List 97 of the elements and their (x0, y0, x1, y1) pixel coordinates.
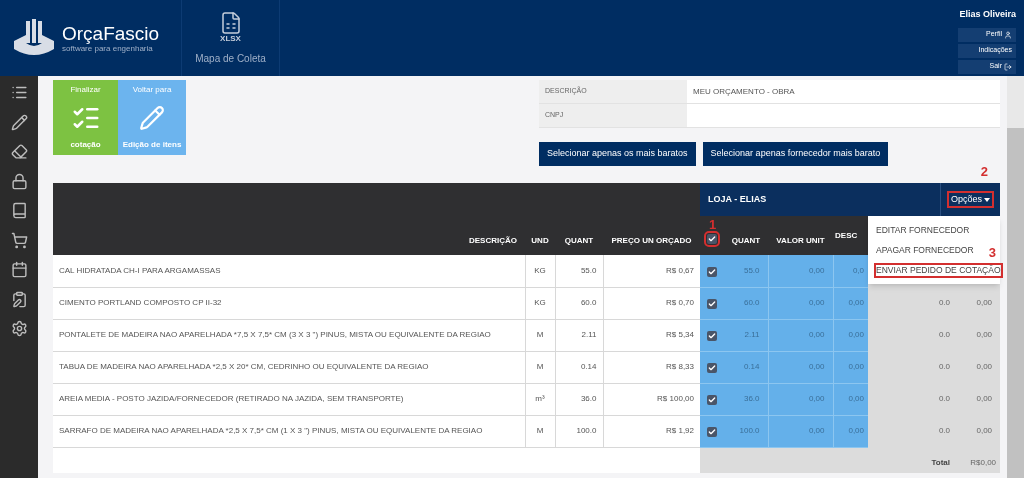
total-value: R$0,00 (970, 458, 997, 467)
column-header: QUANT (731, 236, 761, 245)
caret-icon (984, 197, 991, 202)
unit-value-cell: 0,00 (808, 265, 825, 275)
supplier-quantity-cell: 36.0 (743, 394, 760, 403)
item-description: AREIA MEDIA - POSTO JAZIDA/FORNECEDOR (RETIRADO NA JAZIDA, SEM TRANSPORTE) (59, 394, 404, 403)
logo-icon (12, 19, 56, 57)
pencil-icon (139, 104, 165, 131)
cart-icon[interactable] (10, 231, 28, 249)
quantity-cell: 55.0 (580, 265, 597, 275)
supplier-quantity-cell: 0.14 (743, 362, 760, 371)
supplier-quantity-cell: 55.0 (743, 265, 760, 275)
table-cell: 0.0 (938, 330, 950, 339)
menu-item[interactable]: APAGAR FORNECEDOR (876, 244, 974, 256)
item-description: TABUA DE MADEIRA NAO APARELHADA *2,5 X 20* CM, CEDRINHO OU EQUIVALENTE DA REGIAO (59, 362, 429, 371)
checkbox[interactable] (707, 395, 717, 405)
total-label: Total (931, 458, 950, 467)
quantity-cell: 100.0 (576, 426, 597, 435)
options-dropdown-button[interactable]: Opções (949, 192, 993, 207)
discount-cell: 0,00 (848, 298, 864, 307)
table-cell: 0,00 (976, 362, 993, 371)
budget-price-cell: R$ 1,92 (666, 426, 694, 435)
checkbox[interactable] (707, 427, 717, 437)
quantity-cell: 2.11 (581, 330, 597, 339)
discount-cell: 0,00 (848, 330, 864, 339)
table-cell: 0.0 (938, 394, 950, 403)
column-header: DESCRIÇÃO (469, 235, 518, 247)
settings-icon[interactable] (10, 320, 28, 337)
item-description: CIMENTO PORTLAND COMPOSTO CP II-32 (59, 298, 222, 307)
annotation-number: 2 (980, 165, 989, 178)
unit-value-cell: 0,00 (808, 362, 825, 371)
table-cell: 0.0 (938, 426, 950, 435)
book-icon[interactable] (10, 202, 28, 219)
lock-icon[interactable] (10, 172, 28, 190)
supplier-quantity-cell: 2.11 (744, 330, 760, 339)
discount-cell: 0,00 (848, 426, 864, 435)
checkbox[interactable] (707, 299, 717, 309)
item-description: SARRAFO DE MADEIRA NAO APARELHADA *2,5 X 7,5* CM (1 X 3 ") PINUS, MISTA OU EQUIVALENTE DA REGIAO (59, 426, 483, 435)
calendar-icon[interactable] (10, 261, 28, 278)
clipboard-icon[interactable] (10, 290, 28, 308)
table-cell: 0,00 (976, 330, 993, 339)
checkbox[interactable] (707, 266, 717, 277)
user-icon (1004, 30, 1012, 39)
discount-cell: 0,0 (852, 265, 864, 275)
menu-item[interactable]: ENVIAR PEDIDO DE COTAÇÃO (876, 264, 1001, 276)
budget-price-cell: R$ 0,67 (666, 265, 694, 275)
supplier-quantity-cell: 100.0 (739, 426, 760, 435)
unit-cell: M (536, 330, 544, 339)
unit-cell: M (536, 426, 544, 435)
budget-price-cell: R$ 100,00 (657, 394, 694, 403)
list-icon[interactable] (10, 84, 28, 101)
unit-value-cell: 0,00 (808, 298, 825, 307)
menu-item[interactable]: EDITAR FORNECEDOR (876, 224, 970, 236)
item-description: PONTALETE DE MADEIRA NAO APARELHADA *7,5 X 7,5* CM (3 X 3 ") PINUS, MISTA OU EQUIVALENTE DA REGIAO (59, 330, 491, 339)
table-cell: 0,00 (976, 394, 993, 403)
select-cheapest-button[interactable]: Selecionar apenas fornecedor mais barato (702, 142, 889, 166)
annotation-number: 3 (988, 246, 996, 259)
unit-value-cell: 0,00 (808, 426, 825, 435)
brand-name: OrçaFascio (62, 23, 160, 43)
column-header: PREÇO UN ORÇADO (610, 235, 693, 247)
quantity-cell: 60.0 (580, 298, 597, 307)
pencil-icon[interactable] (10, 113, 28, 131)
column-header: VALOR UNIT (776, 236, 825, 245)
column-header: QUANT (563, 235, 595, 247)
checkbox[interactable] (707, 234, 717, 244)
quantity-cell: 0.14 (580, 362, 597, 371)
table-cell: 0.0 (938, 298, 950, 307)
info-value: MEU ORÇAMENTO - OBRA (692, 85, 795, 98)
supplier-quantity-cell: 60.0 (743, 298, 760, 307)
column-header: DESC (835, 230, 858, 240)
select-cheapest-button[interactable]: Selecionar apenas os mais baratos (539, 142, 696, 166)
unit-cell: KG (534, 265, 546, 275)
unit-value-cell: 0,00 (808, 330, 825, 339)
checkbox[interactable] (707, 331, 717, 341)
column-header: UND (530, 235, 550, 247)
unit-cell: m³ (535, 394, 545, 403)
item-description: CAL HIDRATADA CH-I PARA ARGAMASSAS (59, 265, 221, 275)
supplier-name: LOJA - ELIAS (707, 192, 767, 206)
budget-price-cell: R$ 5,34 (666, 330, 694, 339)
logout-icon (1004, 62, 1012, 71)
unit-cell: M (536, 362, 544, 371)
user-name: Elias Oliveira (959, 8, 1016, 21)
unit-value-cell: 0,00 (808, 394, 825, 403)
eraser-icon[interactable] (10, 143, 28, 160)
annotation-number: 1 (709, 218, 717, 231)
budget-price-cell: R$ 8,33 (666, 362, 694, 371)
table-cell: 0,00 (976, 298, 993, 307)
table-cell: 0.0 (938, 362, 950, 371)
discount-cell: 0,00 (848, 362, 864, 371)
unit-cell: KG (534, 298, 546, 307)
discount-cell: 0,00 (848, 394, 864, 403)
table-cell: 0,00 (976, 426, 993, 435)
budget-price-cell: R$ 0,70 (666, 298, 694, 307)
checkbox[interactable] (707, 363, 717, 373)
quantity-cell: 36.0 (580, 394, 597, 403)
brand-tagline: software para engenharia (62, 44, 153, 53)
collection-map-button[interactable]: XLSX Mapa de Coleta (182, 0, 280, 76)
